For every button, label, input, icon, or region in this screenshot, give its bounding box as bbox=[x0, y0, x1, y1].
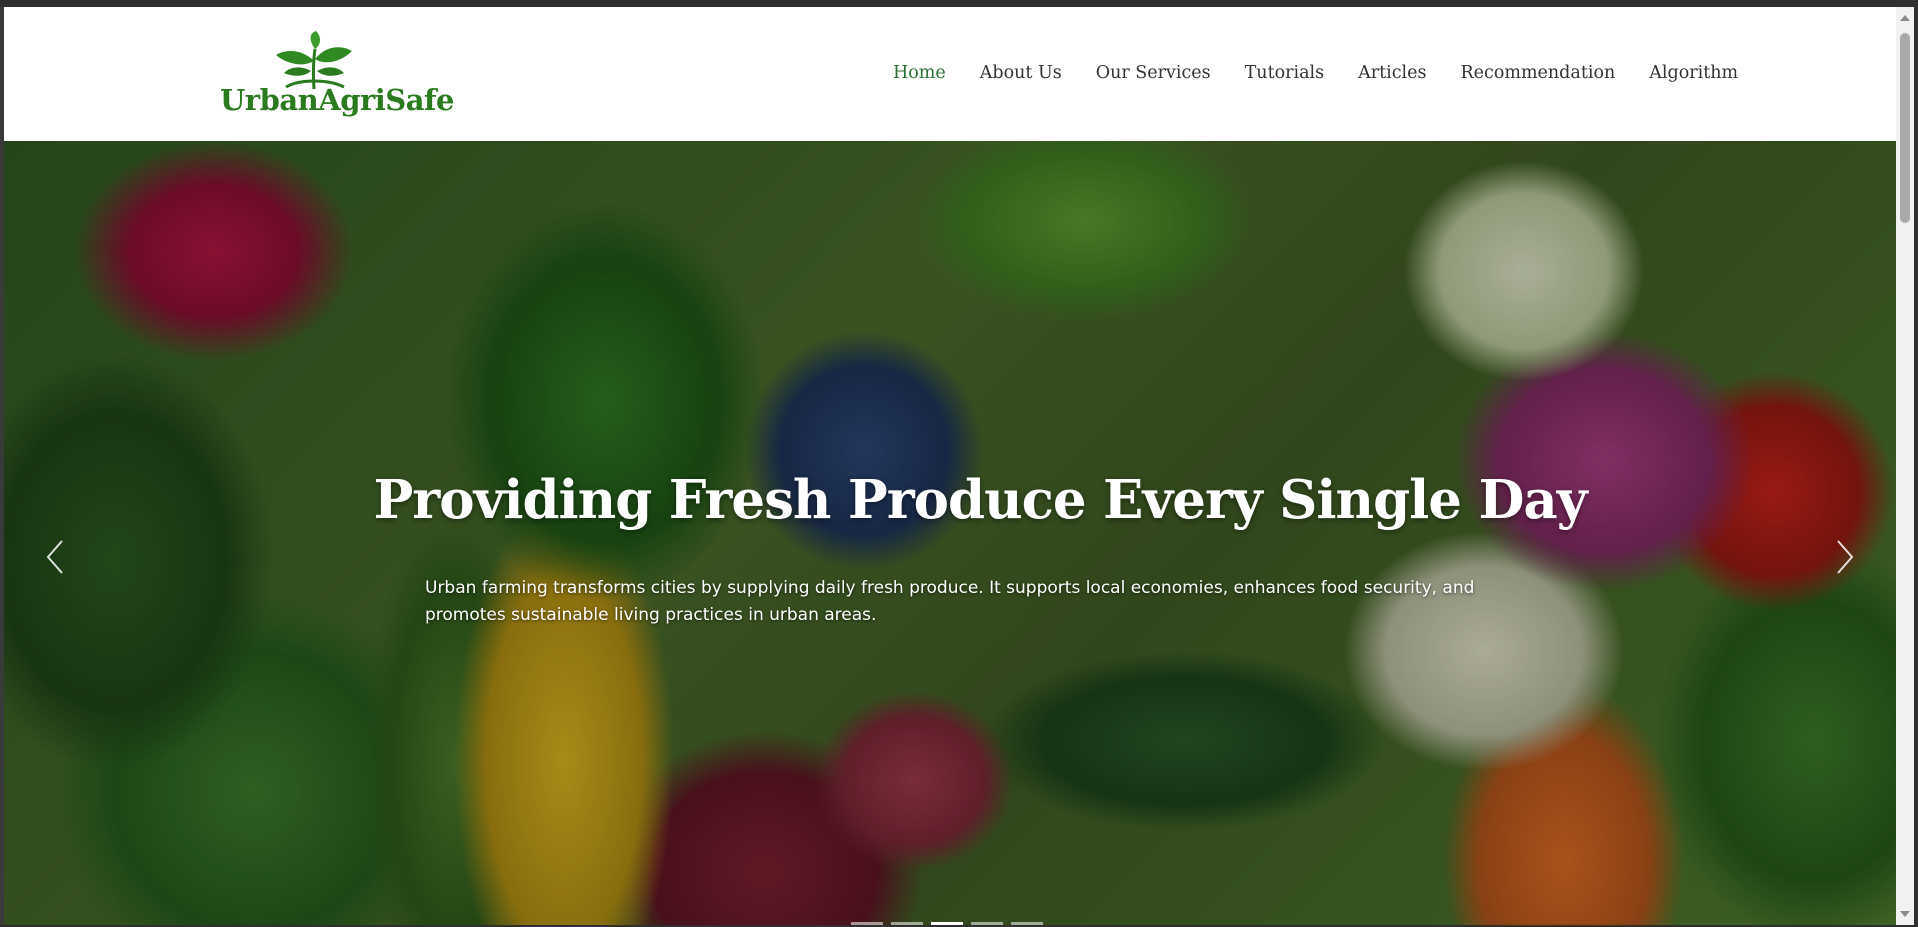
hero-title: Providing Fresh Produce Every Single Day bbox=[4, 469, 1896, 531]
nav-item-recommendation[interactable]: Recommendation bbox=[1461, 63, 1616, 83]
nav-item-articles[interactable]: Articles bbox=[1358, 63, 1426, 83]
nav-item-tutorials[interactable]: Tutorials bbox=[1245, 63, 1325, 83]
brand-name: UrbanAgriSafe bbox=[220, 83, 454, 117]
scroll-up-icon[interactable] bbox=[1900, 15, 1910, 21]
vertical-scrollbar[interactable] bbox=[1896, 7, 1914, 925]
carousel-next-button[interactable] bbox=[1834, 537, 1856, 577]
scroll-down-icon[interactable] bbox=[1900, 911, 1910, 917]
vegetables-photo bbox=[4, 141, 1896, 925]
window-frame-top bbox=[0, 0, 1918, 7]
hero-carousel: Providing Fresh Produce Every Single Day… bbox=[4, 141, 1896, 925]
scrollbar-thumb[interactable] bbox=[1900, 33, 1910, 223]
carousel-prev-button[interactable] bbox=[44, 537, 66, 577]
chevron-left-icon bbox=[46, 540, 63, 574]
main-nav: Home About Us Our Services Tutorials Art… bbox=[893, 63, 1772, 83]
browser-viewport: UrbanAgriSafe Home About Us Our Services… bbox=[4, 7, 1896, 925]
hero-title-text: Providing Fresh Produce Every Single Day bbox=[373, 469, 1587, 531]
chevron-right-icon bbox=[1837, 540, 1854, 574]
nav-item-home[interactable]: Home bbox=[893, 63, 946, 83]
nav-item-about-us[interactable]: About Us bbox=[980, 63, 1062, 83]
hero-description: Urban farming transforms cities by suppl… bbox=[425, 578, 1475, 625]
brand-logo[interactable]: UrbanAgriSafe bbox=[220, 31, 454, 127]
nav-item-our-services[interactable]: Our Services bbox=[1096, 63, 1211, 83]
nav-item-algorithm[interactable]: Algorithm bbox=[1649, 63, 1738, 83]
site-header: UrbanAgriSafe Home About Us Our Services… bbox=[4, 7, 1896, 141]
sprout-icon bbox=[276, 31, 352, 89]
window-frame-right bbox=[1914, 0, 1918, 927]
